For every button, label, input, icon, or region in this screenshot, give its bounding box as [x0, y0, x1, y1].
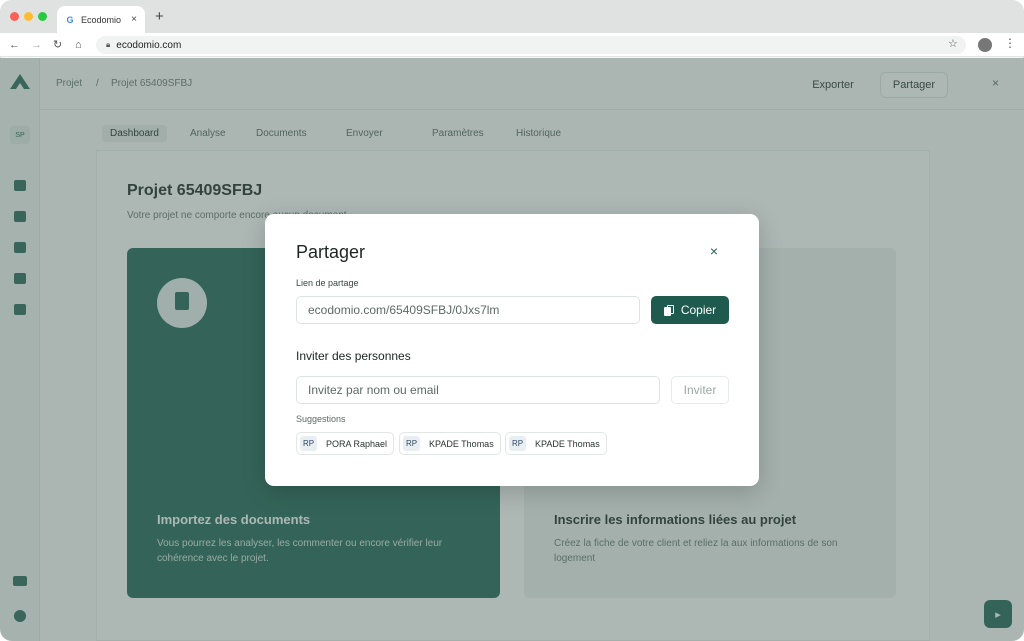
- tab-close-icon[interactable]: ×: [131, 14, 137, 25]
- suggestion-name: KPADE Thomas: [429, 438, 494, 449]
- share-modal: Partager × Lien de partage ecodomio.com/…: [265, 214, 759, 486]
- tab-title: Ecodomio: [81, 14, 122, 25]
- copy-icon: [663, 304, 674, 316]
- new-tab-button[interactable]: +: [155, 9, 164, 24]
- copy-button[interactable]: Copier: [651, 296, 729, 324]
- google-favicon-icon: G: [66, 14, 74, 25]
- suggestions-label: Suggestions: [296, 414, 346, 424]
- browser-window: G Ecodomio × + ← → ↻ ⌂ 🔒︎ ecodomio.com ☆…: [0, 0, 1024, 641]
- invite-input[interactable]: [296, 376, 660, 404]
- suggestion-name: KPADE Thomas: [535, 438, 600, 449]
- forward-icon[interactable]: →: [31, 38, 42, 52]
- share-link-label: Lien de partage: [296, 278, 359, 288]
- maximize-window-button[interactable]: [38, 12, 47, 21]
- avatar: RP: [403, 436, 420, 451]
- invite-button[interactable]: Inviter: [671, 376, 729, 404]
- profile-avatar[interactable]: [978, 38, 992, 52]
- invite-section-title: Inviter des personnes: [296, 349, 411, 363]
- share-link-field[interactable]: ecodomio.com/65409SFBJ/0Jxs7lm: [296, 296, 640, 324]
- address-input[interactable]: 🔒︎ ecodomio.com: [96, 36, 966, 54]
- browser-tabbar: G Ecodomio × +: [0, 0, 1024, 33]
- avatar: RP: [300, 436, 317, 451]
- minimize-window-button[interactable]: [24, 12, 33, 21]
- copy-button-label: Copier: [680, 303, 717, 317]
- back-icon[interactable]: ←: [9, 38, 20, 52]
- browser-tab[interactable]: G Ecodomio ×: [57, 6, 145, 33]
- home-icon[interactable]: ⌂: [75, 38, 82, 52]
- suggestion-chip[interactable]: RP PORA Raphael: [296, 432, 395, 455]
- avatar: RP: [509, 436, 526, 451]
- suggestion-chip[interactable]: RP KPADE Thomas: [505, 432, 607, 455]
- reload-icon[interactable]: ↻: [53, 38, 62, 52]
- close-window-button[interactable]: [10, 12, 19, 21]
- bookmark-star-icon[interactable]: ☆: [948, 37, 958, 50]
- browser-menu-icon[interactable]: ⋮: [1004, 36, 1016, 50]
- lock-icon: 🔒︎: [106, 40, 111, 49]
- suggestion-name: PORA Raphael: [326, 438, 388, 449]
- close-icon[interactable]: ×: [705, 242, 723, 260]
- modal-title: Partager: [296, 242, 366, 262]
- browser-toolbar: ← → ↻ ⌂ 🔒︎ ecodomio.com ☆ ⋮: [0, 33, 1024, 57]
- suggestion-chip[interactable]: RP KPADE Thomas: [399, 432, 501, 455]
- url-text: ecodomio.com: [116, 39, 182, 51]
